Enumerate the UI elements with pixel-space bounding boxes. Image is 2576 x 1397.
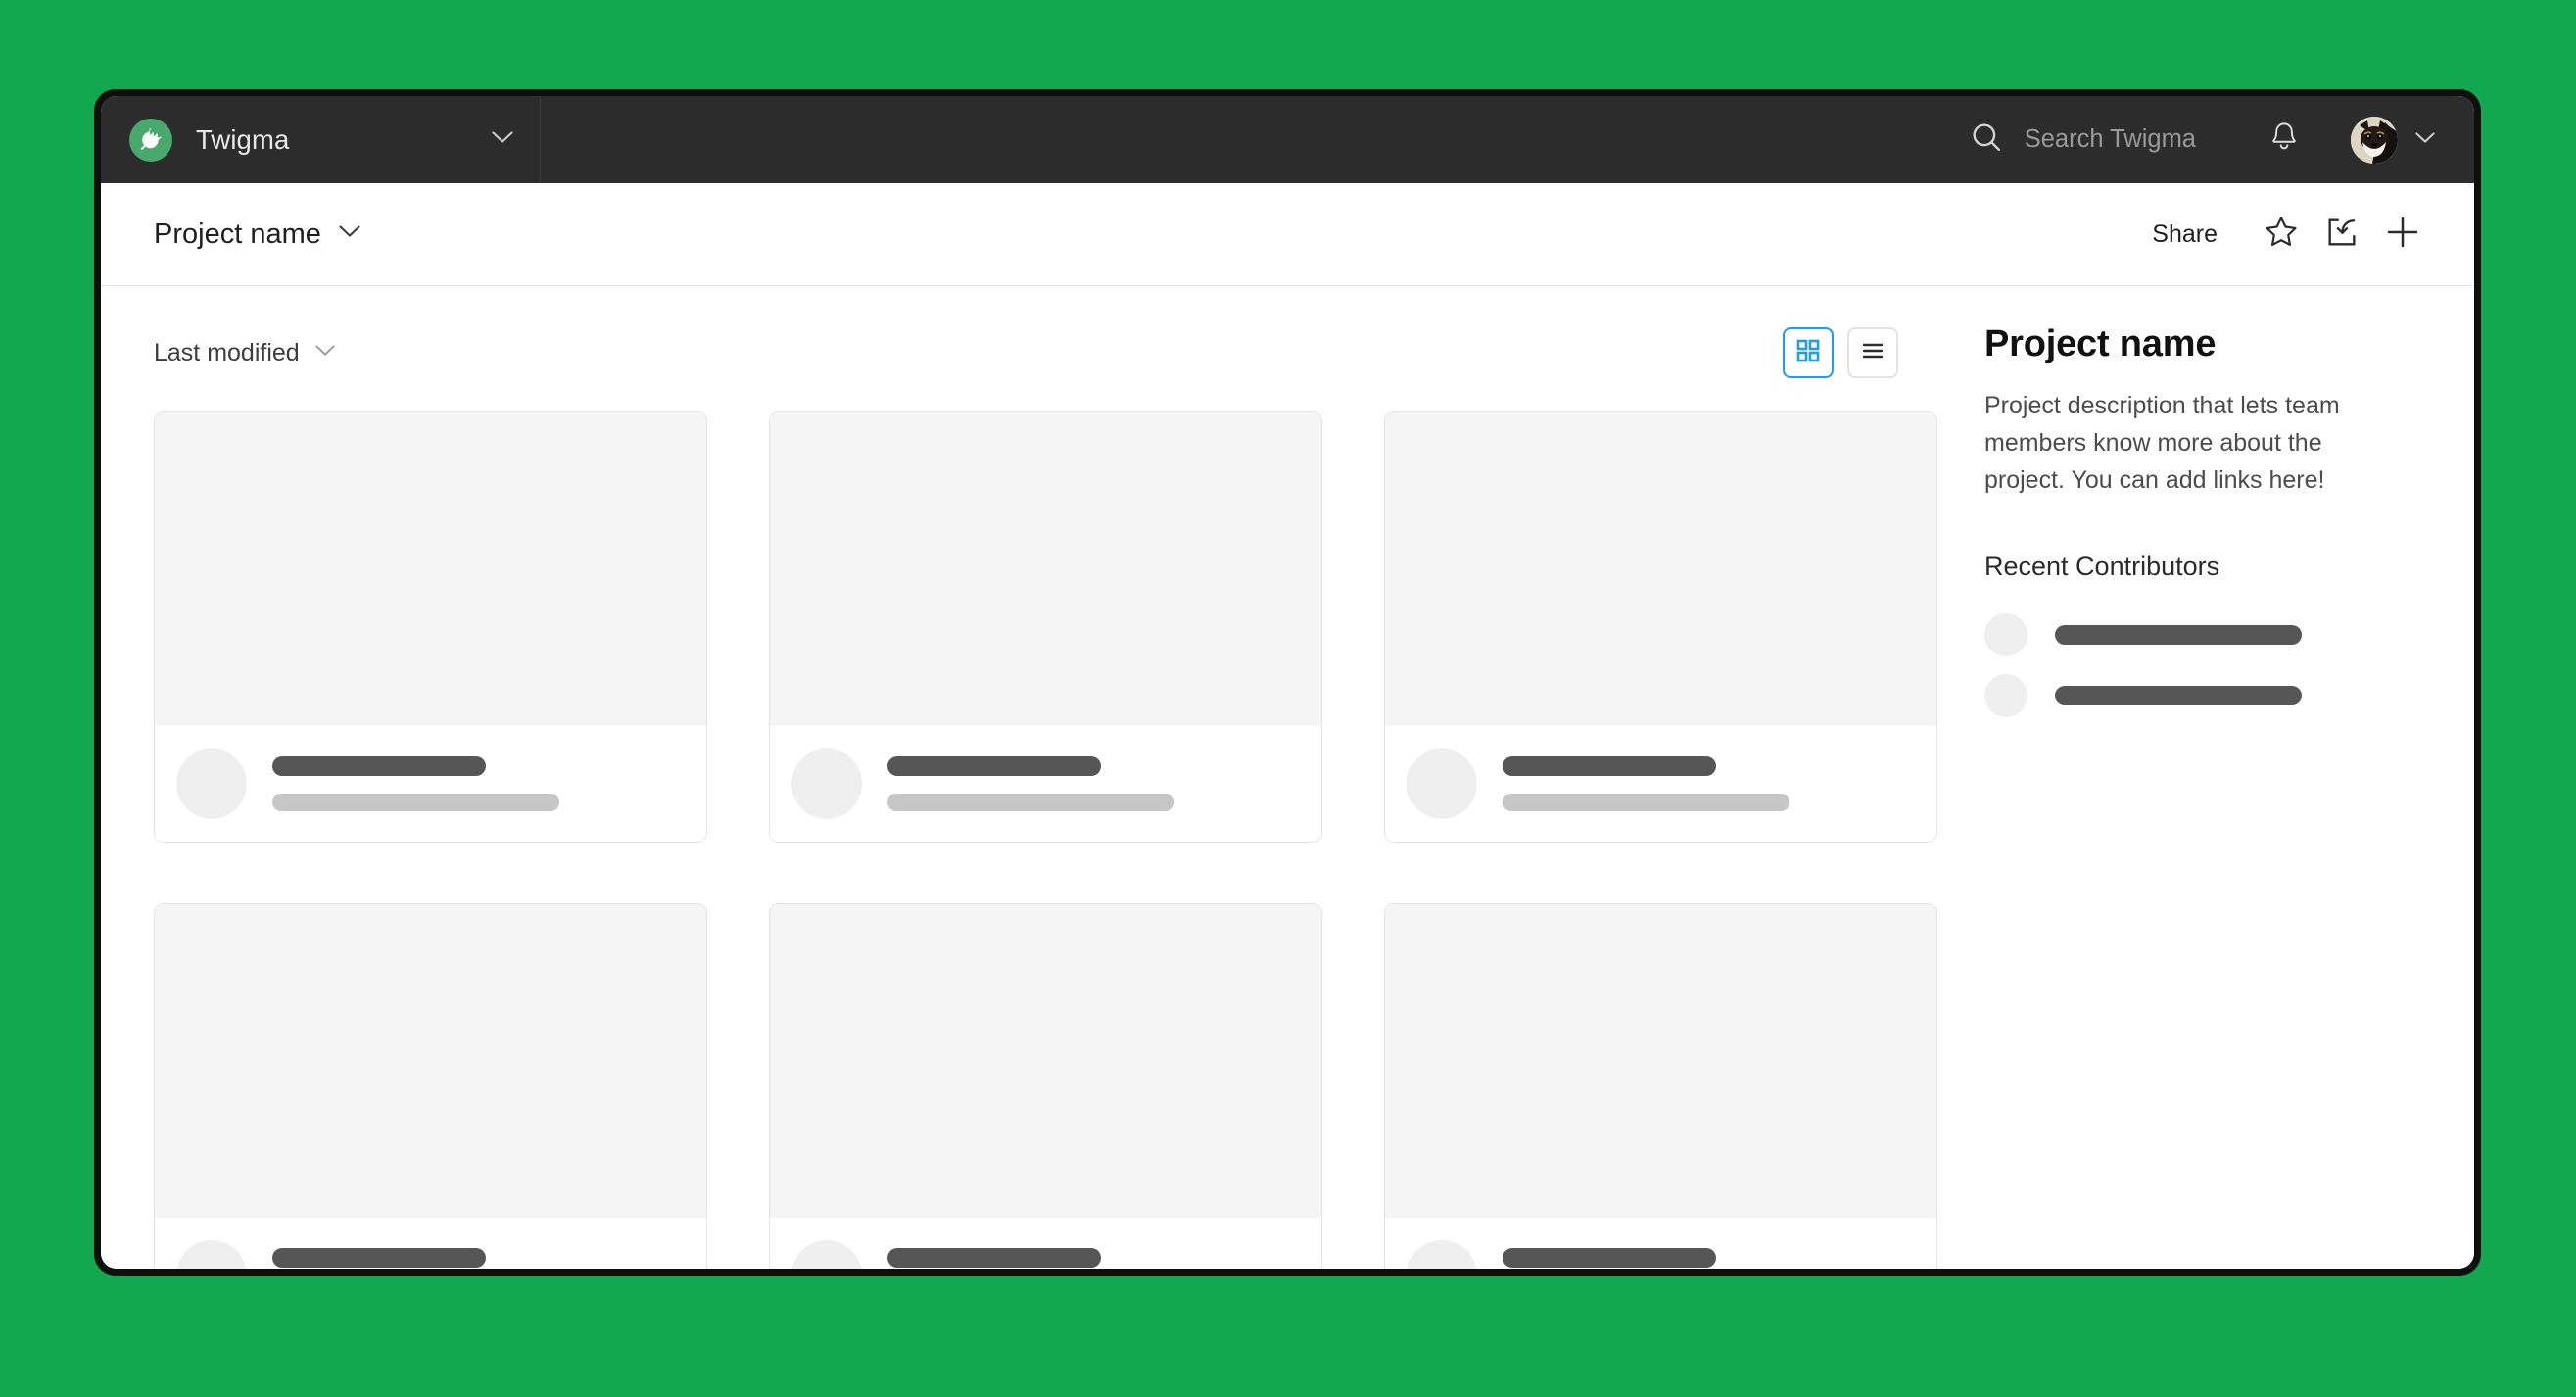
file-card-footer: [770, 1218, 1321, 1269]
avatar: [2351, 116, 2398, 164]
browser-window: Twigma Search Twigma Project name Share …: [94, 89, 2481, 1276]
file-thumbnail: [770, 904, 1321, 1218]
file-card-footer: [155, 726, 706, 842]
search-input[interactable]: Search Twigma: [1970, 120, 2196, 159]
file-thumbnail: [155, 412, 706, 726]
avatar: [791, 748, 862, 819]
recent-contributors-heading: Recent Contributors: [1984, 552, 2220, 581]
search-placeholder-text: Search Twigma: [2024, 125, 2196, 153]
file-title-placeholder: [887, 1248, 1101, 1268]
file-title-placeholder: [1503, 756, 1716, 776]
file-card-text: [1503, 756, 1913, 811]
list-icon: [1860, 338, 1885, 368]
file-card[interactable]: [769, 411, 1322, 843]
page-title: Project name: [154, 217, 321, 250]
file-thumbnail: [1385, 904, 1936, 1218]
view-toggle-group: [1783, 327, 1898, 378]
files-panel-header: Last modified: [154, 325, 1945, 380]
file-card-footer: [770, 726, 1321, 842]
toolbar-actions: Share: [2136, 204, 2433, 265]
file-card-footer: [1385, 726, 1936, 842]
file-title-placeholder: [272, 756, 486, 776]
share-button-label: Share: [2152, 219, 2218, 248]
file-card-text: [887, 1248, 1298, 1269]
sidebar-project-title: Project name: [1984, 323, 2217, 364]
app-window: Twigma Search Twigma Project name Share …: [101, 96, 2474, 1269]
project-toolbar: Project name Share: [101, 183, 2474, 286]
file-title-placeholder: [887, 756, 1101, 776]
file-card[interactable]: [769, 903, 1322, 1269]
main-body: Last modified Project name Project descr…: [101, 286, 2474, 1269]
notifications-button[interactable]: [2257, 113, 2312, 168]
file-thumbnail: [770, 412, 1321, 726]
file-card-text: [272, 1248, 683, 1269]
contributor-list: [1984, 613, 2415, 717]
chevron-down-icon: [2415, 131, 2435, 149]
avatar: [1407, 1240, 1477, 1269]
search-icon: [1970, 120, 2003, 159]
leaf-icon: [129, 118, 172, 162]
top-navigation-bar: Twigma Search Twigma: [101, 96, 2474, 183]
file-card[interactable]: [154, 903, 707, 1269]
contributor-name-placeholder: [2055, 625, 2302, 645]
star-icon: [2263, 214, 2300, 256]
file-card-text: [887, 756, 1298, 811]
list-item[interactable]: [1984, 674, 2415, 717]
avatar: [1984, 613, 2027, 656]
sort-dropdown[interactable]: Last modified: [154, 339, 335, 367]
share-button[interactable]: Share: [2136, 211, 2233, 259]
file-card[interactable]: [1384, 903, 1937, 1269]
bell-icon: [2268, 120, 2300, 159]
import-icon: [2323, 214, 2361, 256]
new-file-button[interactable]: [2372, 204, 2433, 265]
file-title-placeholder: [1503, 1248, 1716, 1268]
list-item[interactable]: [1984, 613, 2415, 656]
favorite-button[interactable]: [2251, 204, 2312, 265]
file-card-text: [1503, 1248, 1913, 1269]
file-card[interactable]: [154, 411, 707, 843]
plus-icon: [2383, 213, 2422, 257]
file-subtitle-placeholder: [887, 794, 1175, 811]
avatar: [1984, 674, 2027, 717]
files-panel: Last modified: [101, 286, 1945, 1269]
file-card-grid: [154, 411, 1945, 1269]
user-menu-button[interactable]: [2351, 116, 2435, 164]
avatar: [1407, 748, 1477, 819]
grid-icon: [1795, 338, 1821, 368]
file-title-placeholder: [272, 1248, 486, 1268]
avatar: [176, 748, 247, 819]
file-thumbnail: [155, 904, 706, 1218]
file-card-text: [272, 756, 683, 811]
workspace-name: Twigma: [196, 123, 290, 155]
top-bar-right-group: Search Twigma: [541, 96, 2474, 183]
chevron-down-icon: [315, 344, 335, 361]
workspace-selector[interactable]: Twigma: [101, 96, 541, 183]
file-thumbnail: [1385, 412, 1936, 726]
sidebar-project-description: Project description that lets team membe…: [1984, 392, 2340, 494]
contributor-name-placeholder: [2055, 686, 2302, 705]
avatar: [791, 1240, 862, 1269]
import-button[interactable]: [2312, 204, 2372, 265]
chevron-down-icon: [492, 130, 513, 149]
file-card-footer: [155, 1218, 706, 1269]
file-subtitle-placeholder: [1503, 794, 1790, 811]
project-details-sidebar: Project name Project description that le…: [1945, 286, 2474, 1269]
chevron-down-icon: [339, 225, 360, 243]
sort-dropdown-label: Last modified: [154, 338, 300, 366]
file-subtitle-placeholder: [272, 794, 560, 811]
grid-view-toggle[interactable]: [1783, 327, 1834, 378]
file-card[interactable]: [1384, 411, 1937, 843]
file-card-footer: [1385, 1218, 1936, 1269]
avatar: [176, 1240, 247, 1269]
list-view-toggle[interactable]: [1847, 327, 1898, 378]
breadcrumb[interactable]: Project name: [154, 218, 360, 251]
